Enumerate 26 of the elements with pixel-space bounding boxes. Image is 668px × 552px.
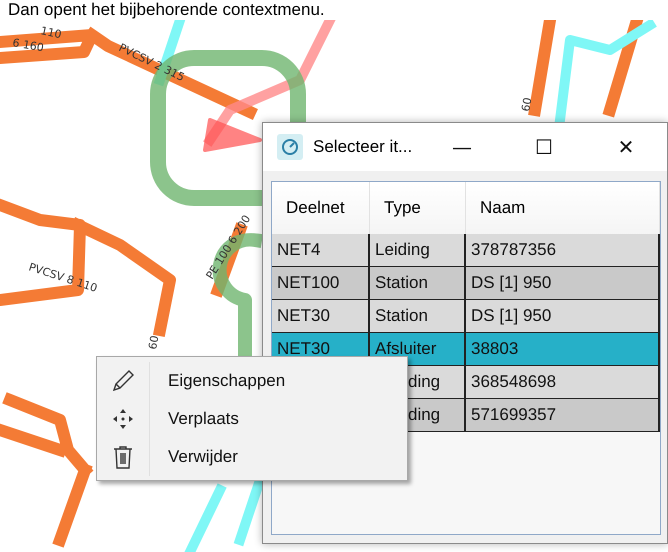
table-cell[interactable]: 378787356 xyxy=(466,234,660,267)
column-header[interactable]: Type xyxy=(370,182,466,234)
map-label: 60 xyxy=(519,96,534,113)
table-cell[interactable]: DS [1] 950 xyxy=(466,267,660,300)
table-cell[interactable]: Station xyxy=(370,267,466,300)
table-cell[interactable]: 571699357 xyxy=(466,399,660,432)
menu-item[interactable]: Verwijder xyxy=(97,438,407,476)
table-cell[interactable]: Leiding xyxy=(370,234,466,267)
caption-text: Dan opent het bijbehorende contextmenu. xyxy=(7,0,326,20)
minimize-button[interactable]: — xyxy=(421,123,503,171)
table-cell[interactable]: 368548698 xyxy=(466,366,660,399)
map-label: 60 xyxy=(146,334,162,351)
map-label: PVCSV 8 110 xyxy=(27,260,99,295)
column-header[interactable]: Deelnet xyxy=(272,182,370,234)
column-header[interactable]: Naam xyxy=(466,182,660,234)
pencil-icon xyxy=(110,368,136,394)
table-cell[interactable]: 38803 xyxy=(466,333,660,366)
maximize-button[interactable]: ☐ xyxy=(503,123,585,171)
table-cell[interactable]: Station xyxy=(370,300,466,333)
table-cell[interactable]: NET30 xyxy=(272,300,370,333)
table-cell[interactable]: DS [1] 950 xyxy=(466,300,660,333)
window-title: Selecteer it... xyxy=(313,137,414,157)
gauge-icon xyxy=(277,134,303,160)
table-cell[interactable]: NET4 xyxy=(272,234,370,267)
close-button[interactable]: ✕ xyxy=(585,123,667,171)
table-cell[interactable]: NET100 xyxy=(272,267,370,300)
